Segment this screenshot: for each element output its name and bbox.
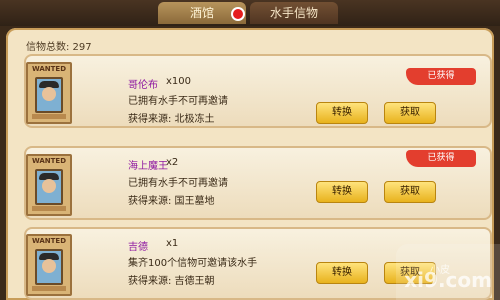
pirate-portrait-icon (35, 77, 63, 113)
source-text: 获得来源: 吉德王朝 (128, 276, 215, 287)
watermark-text: xi9.com (404, 268, 492, 292)
convert-button[interactable]: 转换 (316, 181, 368, 203)
token-count: x1 (166, 238, 179, 249)
obtained-badge: 已获得 (406, 150, 476, 167)
wanted-footer (32, 286, 66, 291)
get-button[interactable]: 获取 (384, 102, 436, 124)
sailor-name: 哥伦布 (128, 80, 158, 91)
wanted-text: WANTED (31, 157, 67, 165)
status-text: 已拥有水手不可再邀请 (128, 96, 228, 107)
convert-button[interactable]: 转换 (316, 262, 368, 284)
obtained-badge: 已获得 (406, 68, 476, 85)
tab-crew-tokens[interactable]: 水手信物 (250, 2, 338, 24)
wanted-footer (32, 114, 66, 119)
wanted-poster-icon: WANTED (26, 234, 72, 296)
wanted-poster-icon: WANTED (26, 154, 72, 216)
token-count: x100 (166, 76, 192, 87)
get-button[interactable]: 获取 (384, 181, 436, 203)
token-count: x2 (166, 157, 179, 168)
source-text: 获得来源: 国王墓地 (128, 196, 215, 207)
total-tokens-label: 信物总数: 297 (26, 42, 92, 53)
pirate-portrait-icon (35, 249, 63, 285)
pirate-portrait-icon (35, 169, 63, 205)
status-text: 集齐100个信物可邀请该水手 (128, 258, 258, 269)
wanted-footer (32, 206, 66, 211)
convert-button[interactable]: 转换 (316, 102, 368, 124)
source-text: 获得来源: 北极冻土 (128, 114, 215, 125)
status-text: 已拥有水手不可再邀请 (128, 178, 228, 189)
sailor-name: 吉德 (128, 242, 148, 253)
notification-dot (231, 7, 245, 21)
wanted-text: WANTED (31, 65, 67, 73)
site-watermark: 小皮 xi9.com (396, 244, 500, 300)
sailor-name: 海上魔王 (128, 161, 168, 172)
wanted-text: WANTED (31, 237, 67, 245)
wanted-poster-icon: WANTED (26, 62, 72, 124)
